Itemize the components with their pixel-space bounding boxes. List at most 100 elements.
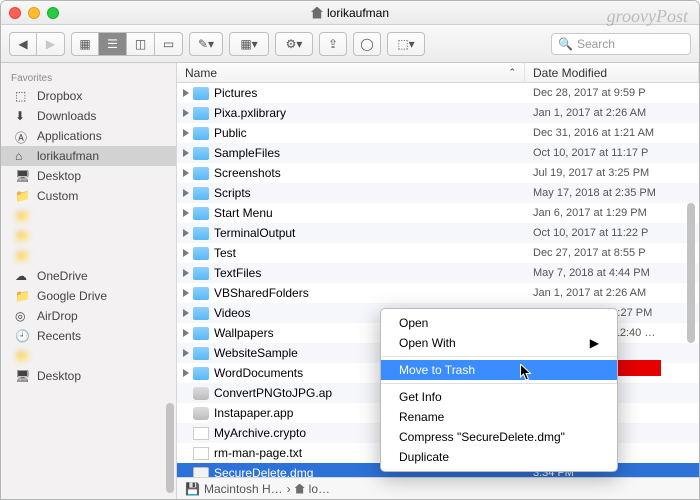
file-row[interactable]: Pixa.pxlibraryJan 1, 2017 at 2:26 AM <box>177 103 699 123</box>
disclosure-triangle[interactable] <box>183 349 189 357</box>
window-title: lorikaufman <box>311 6 389 20</box>
title-text: lorikaufman <box>327 6 389 20</box>
disclosure-triangle[interactable] <box>183 169 189 177</box>
dropbox-icon: ⬚ <box>15 89 31 103</box>
path-bar[interactable]: 💾 Macintosh H… › lo… <box>177 477 699 499</box>
sidebar-item[interactable]: 📁 <box>1 246 176 266</box>
scrollbar-thumb[interactable] <box>687 203 695 343</box>
menu-item-label: Move to Trash <box>399 363 475 377</box>
share-button[interactable]: ⇪ <box>319 32 347 56</box>
menu-item[interactable]: Open With▶ <box>381 333 617 353</box>
home-icon: ⌂ <box>15 149 31 163</box>
sidebar-item[interactable]: 🖥Desktop <box>1 366 176 386</box>
zoom-button[interactable] <box>47 7 59 19</box>
sidebar-item[interactable]: ◎AirDrop <box>1 306 176 326</box>
file-name-cell: SampleFiles <box>193 146 525 160</box>
disclosure-triangle[interactable] <box>183 249 189 257</box>
file-date: Oct 10, 2017 at 11:22 P <box>525 227 699 239</box>
file-name: Instapaper.app <box>214 406 293 420</box>
date-column[interactable]: Date Modified <box>525 63 699 82</box>
menu-item[interactable]: Rename <box>381 407 617 427</box>
gallery-view-button[interactable]: ▭ <box>155 32 183 56</box>
sidebar-item[interactable]: ⬇Downloads <box>1 106 176 126</box>
disclosure-triangle[interactable] <box>183 109 189 117</box>
icon-view-button[interactable]: ▦ <box>71 32 99 56</box>
folder-icon <box>193 187 209 200</box>
file-row[interactable]: SampleFilesOct 10, 2017 at 11:17 P <box>177 143 699 163</box>
file-date: Dec 31, 2016 at 1:21 AM <box>525 127 699 139</box>
back-button[interactable]: ◀ <box>9 32 37 56</box>
menu-item[interactable]: Duplicate <box>381 447 617 467</box>
file-row[interactable]: Start MenuJan 6, 2017 at 1:29 PM <box>177 203 699 223</box>
file-row[interactable]: ScriptsMay 17, 2018 at 2:35 PM <box>177 183 699 203</box>
cursor-icon <box>520 364 533 382</box>
close-button[interactable] <box>9 7 21 19</box>
disclosure-triangle[interactable] <box>183 89 189 97</box>
disclosure-triangle[interactable] <box>183 229 189 237</box>
file-row[interactable]: VBSharedFoldersJan 1, 2017 at 2:26 AM <box>177 283 699 303</box>
column-view-button[interactable]: ◫ <box>127 32 155 56</box>
file-name: SecureDelete.dmg <box>214 466 313 477</box>
file-row[interactable]: TerminalOutputOct 10, 2017 at 11:22 P <box>177 223 699 243</box>
disclosure-triangle[interactable] <box>183 309 189 317</box>
folder-icon <box>193 127 209 140</box>
sidebar-item[interactable]: ⒶApplications <box>1 126 176 146</box>
disclosure-triangle[interactable] <box>183 189 189 197</box>
search-placeholder: Search <box>577 37 615 51</box>
file-row[interactable]: ScreenshotsJul 19, 2017 at 3:25 PM <box>177 163 699 183</box>
disclosure-triangle[interactable] <box>183 369 189 377</box>
sidebar-item[interactable]: 🖥Desktop <box>1 166 176 186</box>
disclosure-triangle[interactable] <box>183 329 189 337</box>
menu-item[interactable]: Move to Trash <box>381 360 617 380</box>
sidebar-item[interactable]: ⌂lorikaufman <box>1 146 176 166</box>
file-name-cell: TerminalOutput <box>193 226 525 240</box>
dropbox-button[interactable]: ⬚▾ <box>387 32 425 56</box>
disclosure-triangle[interactable] <box>183 209 189 217</box>
sidebar-item-label: Recents <box>37 329 81 343</box>
file-name: SampleFiles <box>214 146 280 160</box>
file-name: rm-man-page.txt <box>214 446 302 460</box>
menu-item-label: Open With <box>399 336 456 350</box>
forward-button[interactable]: ▶ <box>37 32 65 56</box>
context-menu[interactable]: OpenOpen With▶ Move to Trash Get Info Renam… <box>380 308 618 472</box>
menu-item[interactable]: Open <box>381 313 617 333</box>
file-name: Public <box>214 126 247 140</box>
folder-icon <box>193 167 209 180</box>
menu-item[interactable]: Compress "SecureDelete.dmg" <box>381 427 617 447</box>
list-view-button[interactable]: ☰ <box>99 32 127 56</box>
file-row[interactable]: TestDec 27, 2017 at 8:55 P <box>177 243 699 263</box>
sidebar-item[interactable]: ☁OneDrive <box>1 266 176 286</box>
file-name-cell: Start Menu <box>193 206 525 220</box>
folder-icon <box>193 87 209 100</box>
sidebar-item[interactable]: 📁 <box>1 226 176 246</box>
file-row[interactable]: Public Dec 31, 2016 at 1:21 AM <box>177 123 699 143</box>
scrollbar[interactable] <box>684 83 697 477</box>
menu-item-label: Get Info <box>399 390 442 404</box>
disclosure-triangle[interactable] <box>183 149 189 157</box>
file-date: Jul 19, 2017 at 3:25 PM <box>525 167 699 179</box>
disclosure-triangle[interactable] <box>183 129 189 137</box>
group-button[interactable]: ▦▾ <box>229 32 269 56</box>
name-column[interactable]: Name ⌃ <box>177 63 525 82</box>
disclosure-triangle[interactable] <box>183 269 189 277</box>
action-button[interactable]: ⚙▾ <box>275 32 313 56</box>
disclosure-triangle[interactable] <box>183 289 189 297</box>
file-name-cell: TextFiles <box>193 266 525 280</box>
file-row[interactable]: PicturesDec 28, 2017 at 9:59 P <box>177 83 699 103</box>
menu-item-label: Compress "SecureDelete.dmg" <box>399 430 565 444</box>
sidebar-item[interactable]: 📁Google Drive <box>1 286 176 306</box>
sidebar-item[interactable]: ⬚Dropbox <box>1 86 176 106</box>
scrollbar-thumb[interactable] <box>166 403 174 493</box>
sidebar-item[interactable]: 📁 <box>1 206 176 226</box>
dmg-icon <box>193 467 209 478</box>
sidebar-item[interactable]: 🕘Recents <box>1 326 176 346</box>
minimize-button[interactable] <box>28 7 40 19</box>
cleanup-button[interactable]: ✎▾ <box>189 32 223 56</box>
sidebar-item[interactable]: 📁Custom <box>1 186 176 206</box>
search-field[interactable]: 🔍 Search <box>551 33 691 55</box>
sidebar-item-label: Applications <box>37 129 102 143</box>
file-row[interactable]: TextFilesMay 7, 2018 at 4:44 PM <box>177 263 699 283</box>
menu-item[interactable]: Get Info <box>381 387 617 407</box>
tags-button[interactable]: ◯ <box>353 32 381 56</box>
sidebar-item[interactable]: 📁 <box>1 346 176 366</box>
